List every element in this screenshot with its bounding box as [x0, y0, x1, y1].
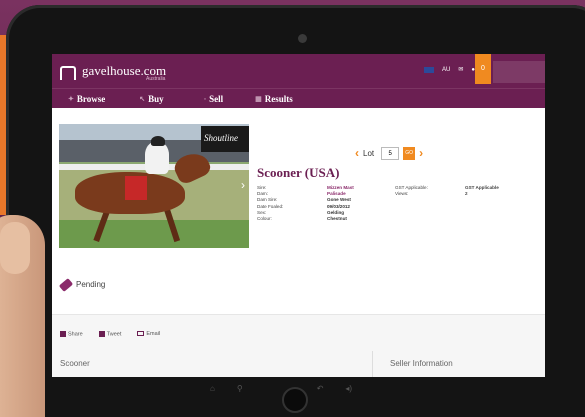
listing-details: Sire: Mizzen Mast Dam: Palisade Dam Sire: G…	[257, 185, 354, 222]
listing-title: Scooner (USA)	[257, 165, 340, 180]
volume-icon[interactable]: ◂)	[345, 384, 352, 393]
share-label: Share	[68, 331, 83, 338]
menu-label: Buy	[148, 93, 164, 104]
menu-sell[interactable]: ◦ Sell	[204, 94, 224, 104]
detail-value: GST Applicable	[465, 185, 499, 190]
section-horse-name: Scooner	[60, 359, 90, 368]
buy-icon: ↖	[139, 94, 146, 103]
share-email-link[interactable]: Email	[137, 331, 160, 337]
email-label: Email	[146, 331, 161, 337]
back-icon[interactable]: ↶	[317, 384, 324, 393]
horse-photo[interactable]: Shoutline ›	[59, 124, 249, 248]
thumb	[0, 222, 30, 274]
menu-browse[interactable]: ✦ Browse	[68, 94, 105, 104]
header-icons: AU ✉ ●	[424, 66, 475, 73]
house-logo-icon[interactable]	[60, 66, 76, 80]
detail-key: Views:	[395, 191, 409, 197]
header: gavelhouse.com Australia AU ✉ ● 0	[52, 54, 545, 88]
twitter-icon	[98, 331, 105, 337]
menu-label: Browse	[76, 93, 106, 104]
gavel-icon	[58, 277, 74, 292]
main-menu: ✦ Browse ↖ Buy ◦ Sell ▦ Results	[52, 88, 545, 108]
divider	[372, 351, 373, 377]
next-photo-icon[interactable]: ›	[241, 178, 245, 192]
menu-results[interactable]: ▦ Results	[255, 94, 293, 104]
browse-icon: ✦	[68, 94, 74, 103]
listing-details-right: GST Applicable: GST Applicable Views: 2	[395, 185, 499, 197]
email-icon	[137, 331, 145, 337]
detail-key: Colour:	[257, 216, 272, 222]
menu-buy[interactable]: ↖ Buy	[139, 94, 163, 104]
flag-icon[interactable]	[424, 66, 434, 73]
status-pending: Pending	[58, 277, 106, 292]
photo-jockey	[145, 142, 169, 174]
results-icon: ▦	[255, 94, 262, 103]
facebook-icon	[60, 331, 66, 337]
share-facebook-link[interactable]: Share	[60, 331, 83, 337]
next-lot-icon[interactable]: ›	[419, 146, 423, 160]
tweet-label: Tweet	[106, 331, 122, 338]
lot-label: Lot	[363, 148, 375, 158]
sell-icon: ◦	[203, 94, 207, 103]
photo-sign: Shoutline	[201, 126, 249, 152]
account-area[interactable]	[493, 61, 545, 83]
lot-go-button[interactable]: GO	[403, 146, 416, 160]
search-icon[interactable]: ⚲	[237, 384, 243, 393]
detail-row: Colour: Chestnut	[257, 216, 354, 222]
share-links: Share Tweet Email	[60, 331, 160, 337]
section-seller-info: Seller Information	[390, 359, 453, 368]
tablet-system-bar: ⌂ ⚲ ↶ ◂)	[210, 384, 352, 393]
home-icon[interactable]: ⌂	[210, 384, 215, 393]
share-tweet-link[interactable]: Tweet	[98, 331, 122, 338]
region-code[interactable]: AU	[442, 67, 450, 73]
detail-row: Views: 2	[395, 191, 499, 197]
share-section: Share Tweet Email Scooner Seller Informa…	[52, 314, 545, 377]
photo-saddle-cloth	[125, 176, 147, 200]
lot-input[interactable]: 5	[381, 146, 400, 160]
status-label: Pending	[76, 280, 106, 289]
lot-selector: ‹ Lot 5 GO ›	[355, 146, 423, 160]
mail-icon[interactable]: ✉	[458, 66, 463, 73]
tablet-screen: gavelhouse.com Australia AU ✉ ● 0 ✦ Brows…	[52, 54, 545, 377]
brand-region: Australia	[146, 76, 166, 82]
menu-label: Sell	[209, 93, 224, 104]
camera-icon	[298, 34, 307, 43]
photo-helmet	[151, 136, 165, 146]
menu-label: Results	[264, 93, 293, 104]
home-button[interactable]	[282, 387, 308, 413]
detail-value: 2	[465, 191, 468, 197]
notification-badge[interactable]: 0	[475, 54, 491, 84]
prev-lot-icon[interactable]: ‹	[355, 146, 359, 160]
photo-grass	[59, 220, 249, 248]
detail-value: Chestnut	[327, 216, 347, 222]
